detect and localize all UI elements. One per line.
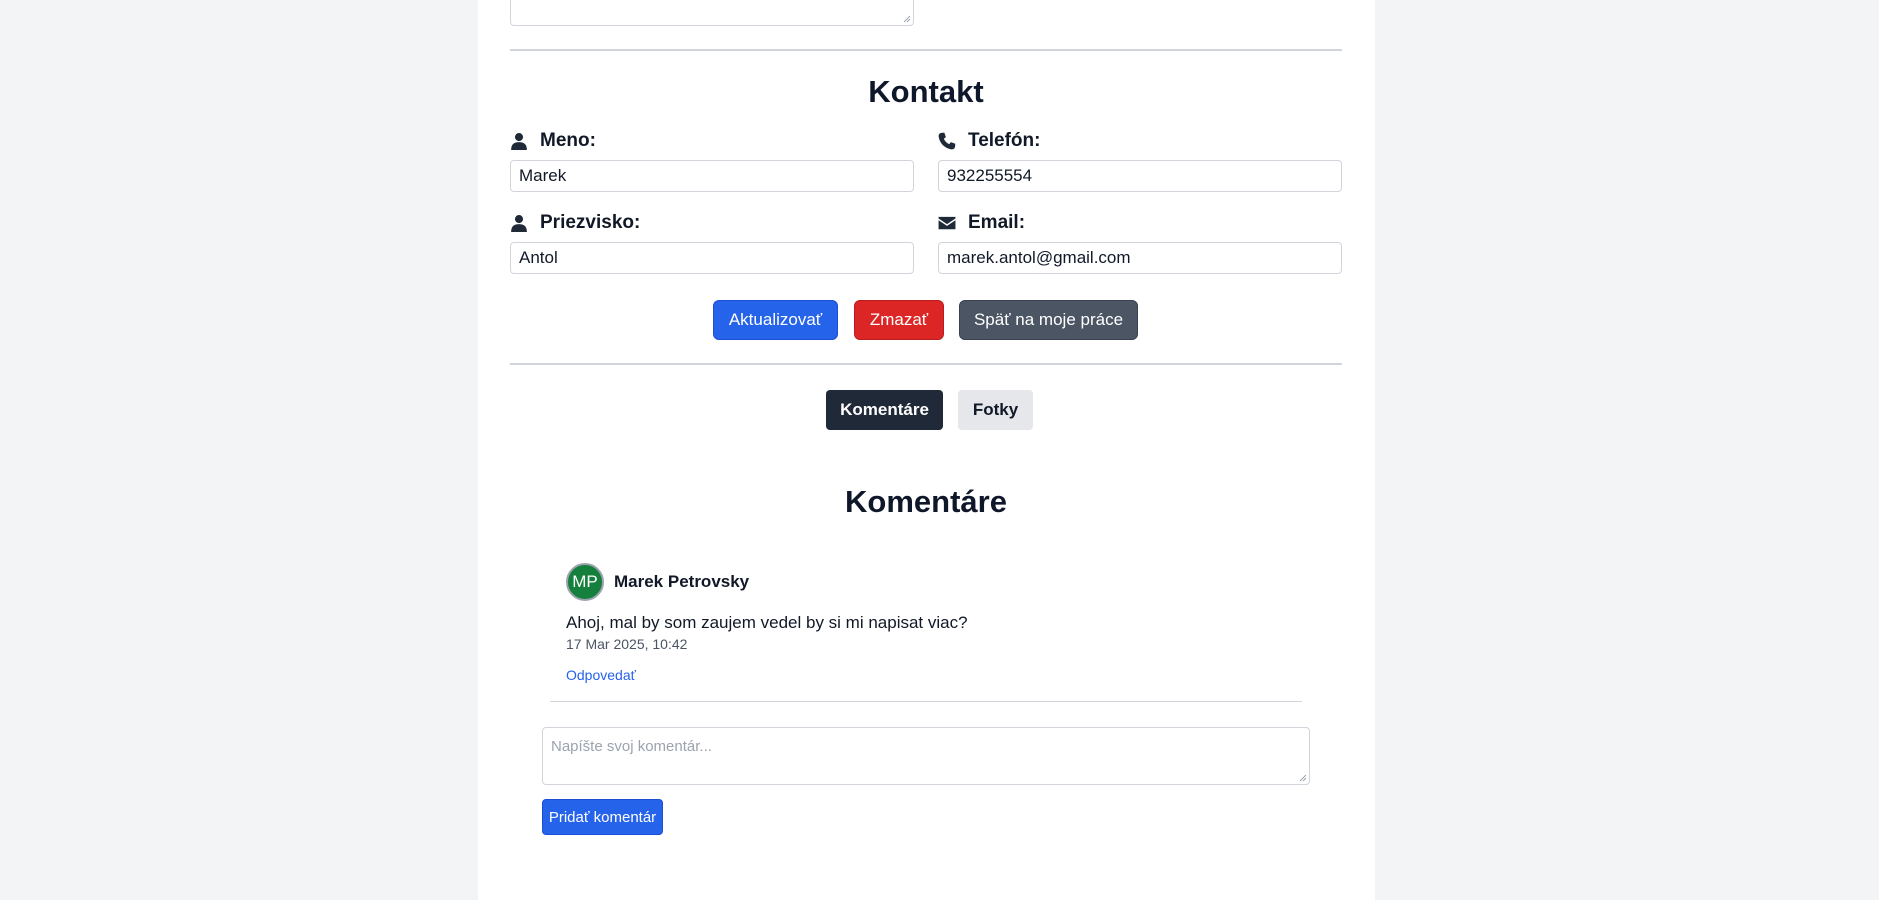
resize-grip-icon[interactable]: [903, 15, 911, 23]
first-name-label: Meno:: [540, 130, 596, 151]
comments-heading: Komentáre: [845, 484, 1007, 519]
email-label: Email:: [968, 212, 1026, 233]
tab-photos[interactable]: Fotky: [958, 390, 1033, 430]
delete-button[interactable]: Zmazať: [854, 300, 944, 340]
comment-divider: [550, 701, 1302, 702]
email-label-row: Email:: [938, 210, 1025, 236]
phone-label-row: Telefón:: [938, 128, 1040, 154]
divider: [510, 363, 1342, 365]
comment-date: 17 Mar 2025, 10:42: [566, 636, 688, 652]
user-icon: [511, 215, 527, 232]
add-comment-button[interactable]: Pridať komentár: [542, 799, 663, 835]
first-name-label-row: Meno:: [510, 128, 596, 154]
update-button[interactable]: Aktualizovať: [713, 300, 838, 340]
tab-comments[interactable]: Komentáre: [826, 390, 943, 430]
phone-label: Telefón:: [968, 130, 1041, 151]
email-input[interactable]: marek.antol@gmail.com: [938, 242, 1342, 274]
back-to-my-jobs-button[interactable]: Späť na moje práce: [959, 300, 1138, 340]
last-name-input[interactable]: Antol: [510, 242, 914, 274]
phone-input[interactable]: 932255554: [938, 160, 1342, 192]
new-comment-textarea[interactable]: Napíšte svoj komentár...: [542, 727, 1310, 785]
resize-grip-icon[interactable]: [1299, 774, 1307, 782]
comment-text: Ahoj, mal by som zaujem vedel by si mi n…: [566, 613, 968, 632]
user-icon: [511, 133, 527, 150]
reply-link[interactable]: Odpovedať: [566, 667, 636, 683]
contact-heading: Kontakt: [868, 74, 984, 109]
description-textarea[interactable]: [510, 0, 914, 26]
comment-author: Marek Petrovsky: [614, 572, 750, 591]
avatar: MP: [566, 563, 604, 601]
first-name-input[interactable]: Marek: [510, 160, 914, 192]
phone-icon: [938, 132, 956, 150]
last-name-label-row: Priezvisko:: [510, 210, 640, 236]
divider: [510, 49, 1342, 51]
last-name-label: Priezvisko:: [540, 212, 641, 233]
envelope-icon: [938, 216, 956, 230]
